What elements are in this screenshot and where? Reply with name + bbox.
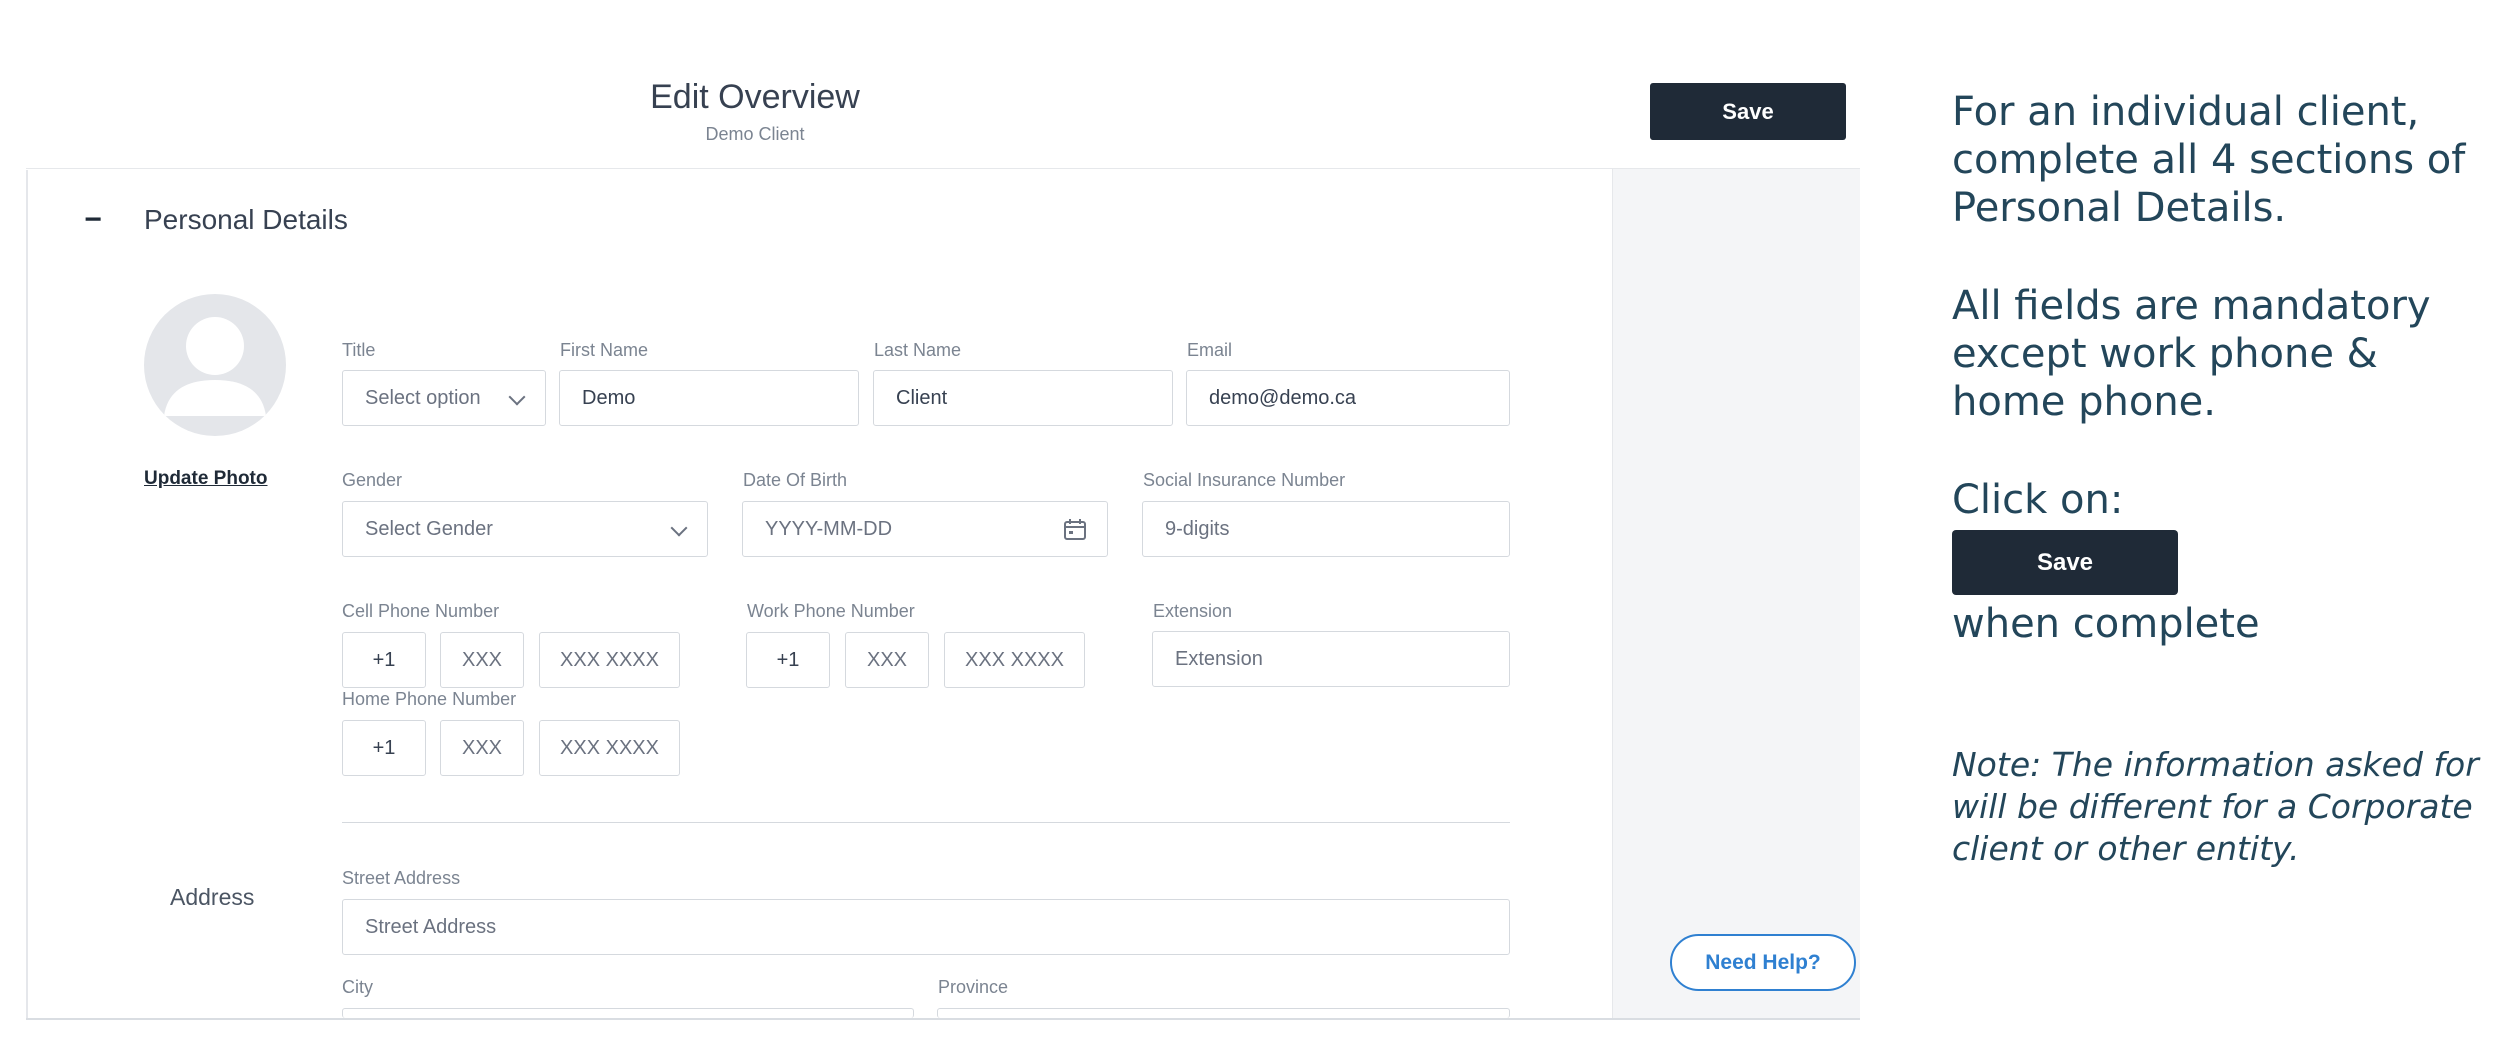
work-phone-number-placeholder: XXX XXXX	[965, 648, 1064, 671]
dob-placeholder: YYYY-MM-DD	[765, 517, 893, 540]
street-address-field[interactable]: Street Address	[342, 899, 1510, 955]
extension-placeholder: Extension	[1175, 647, 1263, 670]
first-name-field[interactable]: Demo	[559, 370, 859, 426]
province-label: Province	[938, 977, 1009, 997]
home-phone-country-value: +1	[372, 736, 396, 759]
home-phone-label: Home Phone Number	[342, 689, 517, 709]
section-divider	[342, 822, 1510, 823]
sin-label: Social Insurance Number	[1143, 470, 1346, 490]
cell-phone-country[interactable]: +1	[342, 632, 426, 688]
home-phone-area-placeholder: XXX	[461, 736, 503, 759]
gender-select[interactable]: Select Gender	[342, 501, 708, 557]
work-phone-country[interactable]: +1	[746, 632, 830, 688]
work-phone-area[interactable]: XXX	[845, 632, 929, 688]
title-select-value: Select option	[365, 386, 481, 409]
gender-select-value: Select Gender	[365, 517, 493, 540]
need-help-button[interactable]: Need Help?	[1670, 934, 1856, 991]
dob-field[interactable]: YYYY-MM-DD	[742, 501, 1108, 557]
email-field[interactable]: demo@demo.ca	[1186, 370, 1510, 426]
street-address-label: Street Address	[342, 868, 461, 888]
work-phone-label: Work Phone Number	[747, 601, 915, 621]
header-divider	[26, 168, 1860, 169]
save-button[interactable]: Save	[1650, 83, 1846, 140]
extension-label: Extension	[1153, 601, 1233, 621]
home-phone-country[interactable]: +1	[342, 720, 426, 776]
cell-phone-label: Cell Phone Number	[342, 601, 500, 621]
cell-phone-area[interactable]: XXX	[440, 632, 524, 688]
city-field[interactable]	[342, 1008, 914, 1018]
city-label: City	[342, 977, 373, 997]
instruction-when-complete: when complete	[1952, 601, 2260, 647]
instruction-click-on: Click on:	[1952, 477, 2124, 523]
last-name-label: Last Name	[874, 340, 962, 360]
first-name-label: First Name	[560, 340, 649, 360]
page-title: Edit Overview	[650, 78, 860, 116]
home-phone-number-placeholder: XXX XXXX	[560, 736, 659, 759]
cell-phone-number[interactable]: XXX XXXX	[539, 632, 680, 688]
email-label: Email	[1187, 340, 1233, 360]
instruction-save-button: Save	[1952, 530, 2178, 595]
cell-phone-number-placeholder: XXX XXXX	[560, 648, 659, 671]
first-name-value: Demo	[582, 386, 636, 409]
chevron-down-icon	[508, 388, 526, 406]
last-name-field[interactable]: Client	[873, 370, 1173, 426]
sin-field[interactable]: 9-digits	[1142, 501, 1510, 557]
cell-phone-area-placeholder: XXX	[461, 648, 503, 671]
instruction-mandatory: All fields are mandatory except work pho…	[1952, 283, 2431, 425]
extension-field[interactable]: Extension	[1152, 631, 1510, 687]
email-value: demo@demo.ca	[1209, 386, 1357, 409]
address-heading: Address	[170, 884, 255, 910]
instruction-note: Note: The information asked for will be …	[1952, 745, 2479, 868]
home-phone-number[interactable]: XXX XXXX	[539, 720, 680, 776]
panel-left-border	[26, 170, 28, 1020]
home-phone-area[interactable]: XXX	[440, 720, 524, 776]
sin-placeholder: 9-digits	[1165, 517, 1230, 540]
last-name-value: Client	[896, 386, 948, 409]
edit-overview-panel: Edit Overview Demo Client Save − Persona…	[0, 0, 1860, 1020]
province-field[interactable]	[937, 1008, 1510, 1018]
street-address-placeholder: Street Address	[365, 915, 497, 938]
work-phone-country-value: +1	[776, 648, 800, 671]
work-phone-area-placeholder: XXX	[866, 648, 908, 671]
chevron-down-icon	[670, 519, 688, 537]
instruction-sections: For an individual client, complete all 4…	[1952, 89, 2466, 231]
title-label: Title	[342, 340, 376, 360]
dob-label: Date Of Birth	[743, 470, 848, 490]
work-phone-number[interactable]: XXX XXXX	[944, 632, 1085, 688]
collapse-minus-icon[interactable]: −	[80, 203, 106, 237]
section-title-personal-details[interactable]: Personal Details	[144, 204, 348, 236]
panel-bottom-border	[26, 1018, 1860, 1020]
calendar-icon[interactable]	[1063, 519, 1087, 541]
update-photo-link[interactable]: Update Photo	[144, 468, 268, 490]
cell-phone-country-value: +1	[372, 648, 396, 671]
avatar-placeholder-icon	[144, 294, 286, 436]
gender-label: Gender	[342, 470, 403, 490]
title-select[interactable]: Select option	[342, 370, 546, 426]
page-subtitle: Demo Client	[705, 124, 805, 144]
right-gutter	[1612, 169, 1860, 1018]
